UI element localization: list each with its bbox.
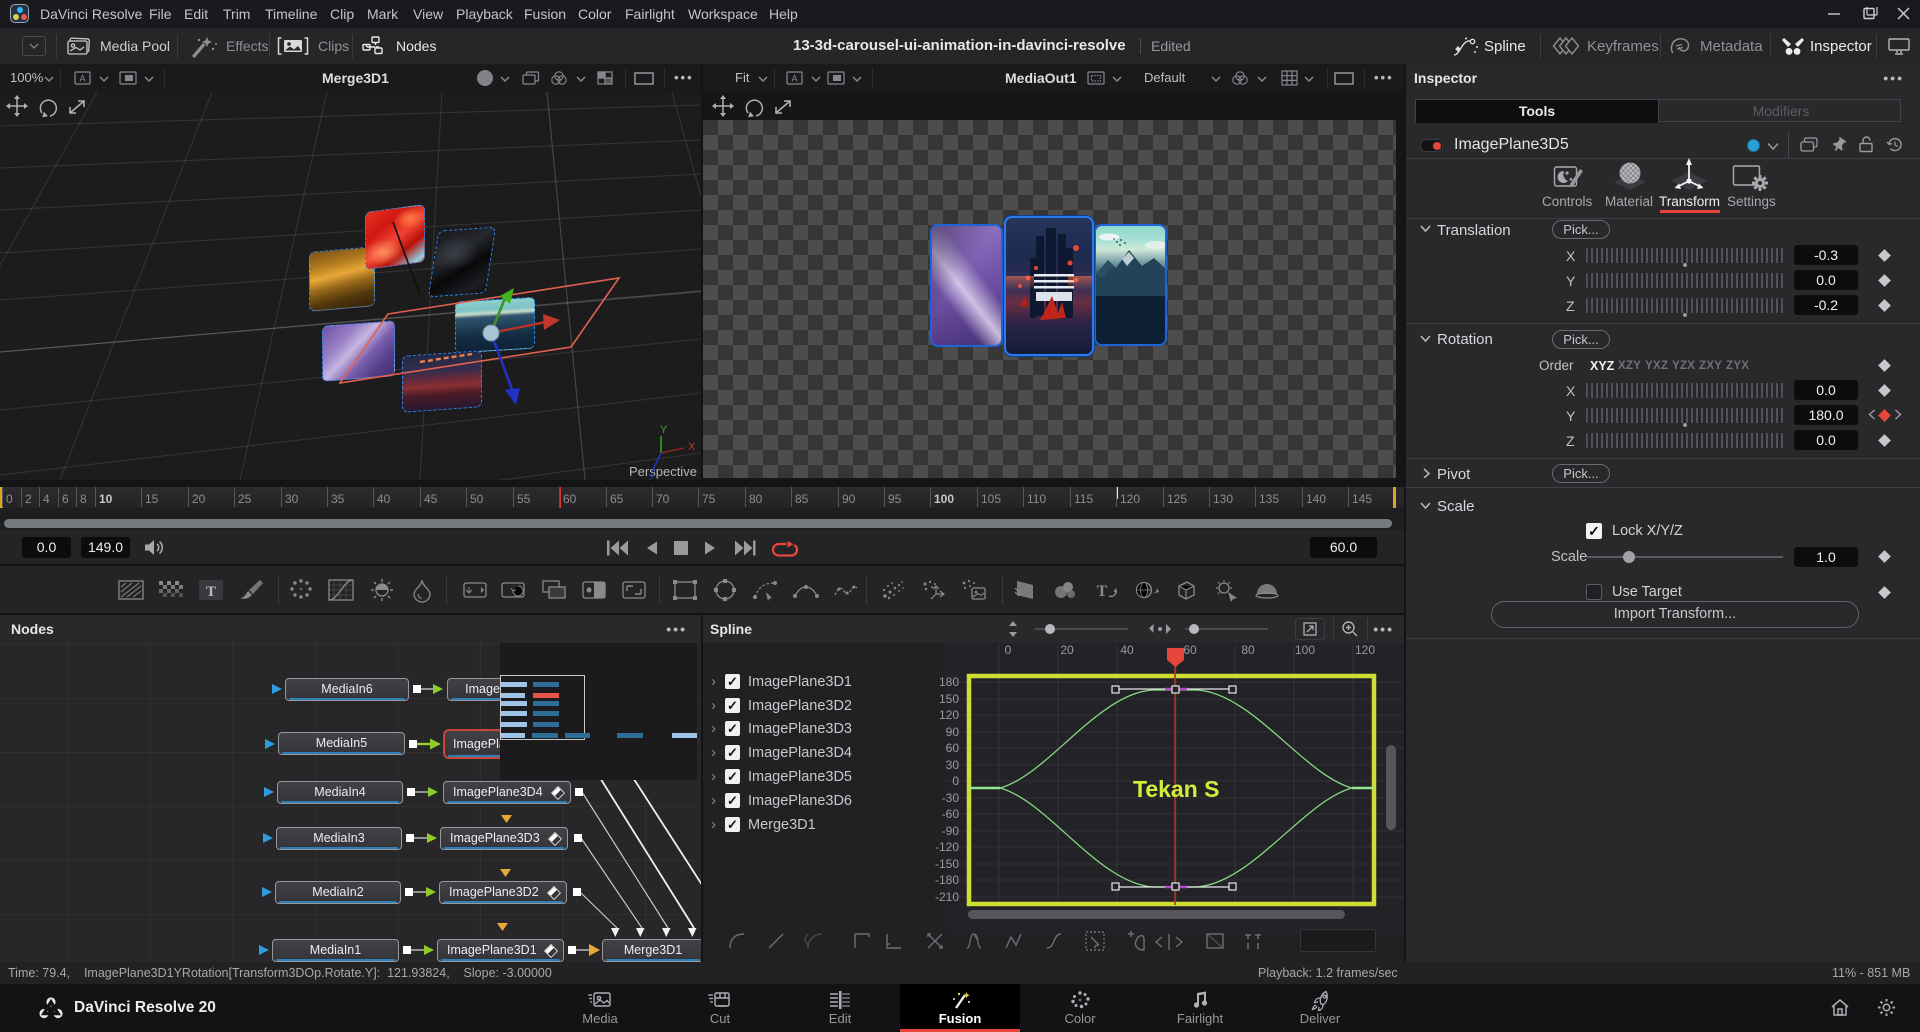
- svg-text:A: A: [79, 74, 85, 84]
- svg-text:60: 60: [946, 741, 960, 755]
- svg-text:-150: -150: [935, 857, 959, 871]
- svg-text:A: A: [791, 74, 797, 84]
- svg-text:Z: Z: [648, 473, 655, 480]
- svg-text:80: 80: [1241, 643, 1255, 657]
- svg-text:120: 120: [1355, 643, 1375, 657]
- svg-text:-210: -210: [935, 890, 959, 904]
- svg-text:-120: -120: [935, 840, 959, 854]
- svg-text:Y: Y: [660, 424, 668, 436]
- svg-text:90: 90: [946, 725, 960, 739]
- svg-text:100: 100: [1295, 643, 1315, 657]
- svg-text:-180: -180: [935, 873, 959, 887]
- svg-text:30: 30: [946, 758, 960, 772]
- svg-text:T: T: [1097, 583, 1108, 600]
- svg-text:-30: -30: [942, 791, 960, 805]
- svg-text:40: 40: [1120, 643, 1134, 657]
- svg-text:-60: -60: [942, 807, 960, 821]
- svg-text:0: 0: [952, 774, 959, 788]
- svg-text:60: 60: [1183, 643, 1197, 657]
- svg-text:20: 20: [1060, 643, 1074, 657]
- svg-text:0: 0: [1005, 643, 1012, 657]
- svg-text:X: X: [688, 441, 696, 453]
- svg-text:Tekan S: Tekan S: [1133, 776, 1220, 802]
- svg-text:T: T: [206, 584, 216, 600]
- svg-text:-90: -90: [942, 824, 960, 838]
